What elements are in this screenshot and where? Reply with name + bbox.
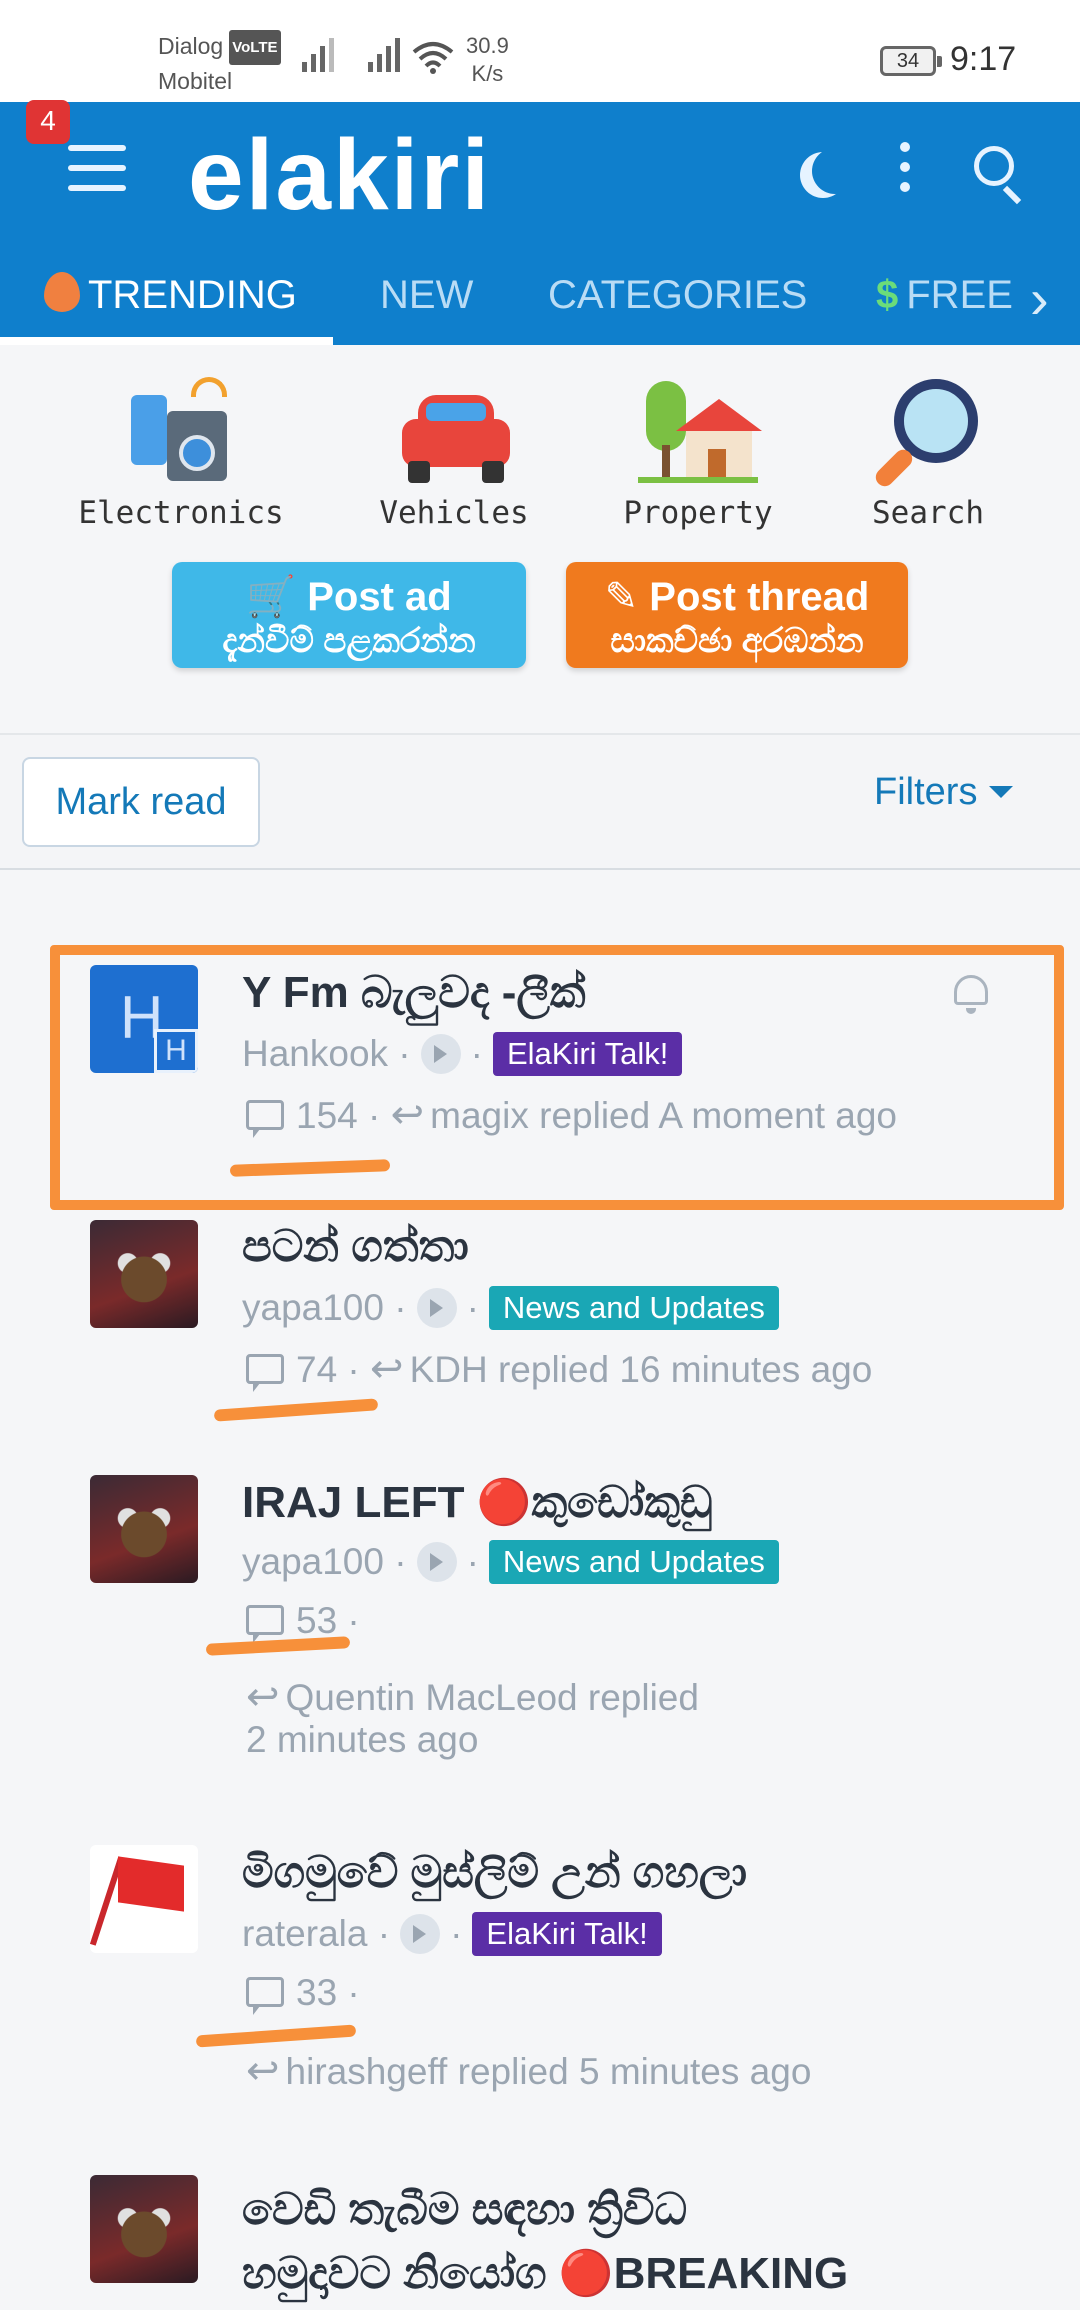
post-thread-label: Post thread (649, 575, 870, 619)
tab-free-label: FREE (906, 273, 1013, 317)
last-reply: KDH replied 16 minutes ago (409, 1349, 873, 1390)
filters-dropdown[interactable]: Filters (874, 771, 1013, 814)
reply-arrow-icon: ↩ (246, 2049, 280, 2093)
thread-meta: yapa100 · · News and Updates (242, 1286, 779, 1330)
list-toolbar: Mark read Filters (0, 735, 1080, 870)
avatar[interactable] (90, 1475, 198, 1583)
signal-icon-2 (368, 38, 400, 72)
arrow-right-icon (416, 1542, 457, 1582)
mark-read-button[interactable]: Mark read (22, 757, 260, 847)
reply-arrow-icon: ↩ (370, 1347, 404, 1391)
speed-unit: K/s (471, 61, 504, 86)
carrier-dialog: Dialog (158, 33, 224, 59)
thread-title[interactable]: පටන් ගත්තා (242, 1222, 469, 1272)
highlight-box (50, 945, 1064, 1210)
thread-title[interactable]: IRAJ LEFT 🔴කුඩෝකුඩු (242, 1476, 713, 1528)
cart-icon: 🛒 (246, 575, 297, 619)
thread-author[interactable]: yapa100 (242, 1287, 384, 1329)
quick-link-search-label: Search (872, 495, 984, 531)
reply-count: 74 (296, 1349, 338, 1390)
network-speed: 30.9 K/s (466, 32, 509, 88)
thread-title[interactable]: මිගමුවේ මුස්ලිම් උන් ගහලා (242, 1848, 747, 1898)
arrow-right-icon (400, 1914, 441, 1954)
thread-title[interactable]: වෙඩි තැබීම සඳහා ත්‍රිවිධ හමුදාවට නියෝග 🔴… (242, 2178, 848, 2306)
magnifier-icon (868, 375, 988, 490)
speed-value: 30.9 (466, 33, 509, 58)
notification-badge: 4 (26, 100, 70, 144)
tab-categories[interactable]: CATEGORIES (548, 267, 807, 323)
carrier-mobitel: Mobitel (158, 68, 233, 94)
search-icon[interactable] (974, 146, 1014, 186)
comment-icon (246, 1977, 284, 2015)
comment-icon (246, 1354, 284, 1392)
flame-icon (44, 272, 80, 312)
avatar[interactable] (90, 1845, 198, 1953)
underline-mark (205, 1636, 351, 1656)
signal-icon (302, 38, 334, 72)
tab-new[interactable]: NEW (380, 267, 473, 323)
quick-link-property[interactable]: Property (614, 375, 782, 531)
active-tab-indicator (0, 337, 333, 345)
arrow-right-icon (416, 1288, 457, 1328)
reply-count: 53 (296, 1600, 338, 1641)
status-bar: Dialog VoLTE Mobitel 30.9 K/s 34 9:17 (0, 0, 1080, 102)
avatar[interactable] (90, 2175, 198, 2283)
tab-trending[interactable]: TRENDING (44, 267, 297, 323)
post-thread-button[interactable]: ✎ Post thread සාකච්ඡා අරඹන්න (566, 562, 908, 668)
reply-count: 33 (296, 1972, 338, 2013)
forum-tag[interactable]: News and Updates (488, 1286, 779, 1330)
pencil-icon: ✎ (604, 575, 639, 619)
last-reply: hirashgeff replied 5 minutes ago (285, 2051, 812, 2092)
post-ad-button[interactable]: 🛒 Post ad දැන්වීම් පළකරන්න (172, 562, 526, 668)
post-ad-label: Post ad (307, 575, 452, 619)
more-options-icon[interactable] (900, 142, 910, 202)
quick-link-property-label: Property (623, 495, 773, 531)
underline-mark (213, 1398, 379, 1422)
post-thread-sinhala-label: සාකච්ඡා අරඹන්න (610, 622, 864, 660)
quick-link-vehicles[interactable]: Vehicles (360, 375, 548, 531)
quick-link-search[interactable]: Search (858, 375, 998, 531)
car-icon (394, 375, 514, 485)
reply-arrow-icon: ↩ (246, 1675, 280, 1719)
quick-link-electronics-label: Electronics (78, 495, 284, 531)
last-reply-block: ↩ hirashgeff replied 5 minutes ago (246, 2048, 811, 2094)
last-reply-line2: 2 minutes ago (246, 1719, 479, 1760)
comment-icon (246, 1605, 284, 1643)
filters-label: Filters (874, 771, 978, 813)
post-ad-sinhala-label: දැන්වීම් පළකරන්න (222, 622, 476, 660)
forum-tag[interactable]: ElaKiri Talk! (472, 1912, 662, 1956)
underline-mark (195, 2024, 357, 2048)
tab-bar: TRENDING NEW CATEGORIES $ FREE (0, 245, 1080, 345)
tab-trending-label: TRENDING (88, 273, 297, 317)
thread-stats: 74 · ↩ KDH replied 16 minutes ago (246, 1346, 872, 1392)
thread-title-line2: හමුදාවට නියෝග 🔴BREAKING (242, 2249, 849, 2298)
house-icon (638, 375, 762, 485)
carrier-info: Dialog VoLTE Mobitel (158, 30, 281, 98)
thread-author[interactable]: yapa100 (242, 1541, 384, 1583)
thread-meta: yapa100 · · News and Updates (242, 1540, 779, 1584)
thread-stats: 33 · (246, 1972, 360, 2015)
quick-link-electronics[interactable]: Electronics (76, 375, 286, 531)
dark-mode-moon-icon[interactable] (812, 148, 858, 194)
clock: 9:17 (950, 40, 1017, 78)
quick-link-vehicles-label: Vehicles (379, 495, 529, 531)
chevron-right-icon[interactable]: › (1030, 266, 1049, 331)
electronics-icon (121, 375, 241, 485)
battery-icon: 34 (880, 46, 942, 76)
avatar[interactable] (90, 1220, 198, 1328)
volte-badge: VoLTE (229, 30, 281, 65)
forum-tag[interactable]: News and Updates (488, 1540, 779, 1584)
quick-links-panel: Electronics Vehicles Property Search (0, 345, 1080, 733)
wifi-icon (412, 42, 454, 74)
tab-free[interactable]: $ FREE (876, 267, 1026, 323)
last-reply-line1: Quentin MacLeod replied (285, 1677, 699, 1718)
thread-title-line1: වෙඩි තැබීම සඳහා ත්‍රිවිධ (242, 2185, 688, 2234)
menu-icon[interactable] (68, 145, 126, 191)
last-reply-block: ↩ Quentin MacLeod replied 2 minutes ago (246, 1676, 699, 1761)
flag-icon (118, 1856, 184, 1912)
elakiri-logo[interactable]: elakiri (188, 120, 491, 230)
money-hand-icon: $ (876, 273, 899, 317)
thread-author[interactable]: raterala (242, 1913, 367, 1955)
thread-meta: raterala · · ElaKiri Talk! (242, 1912, 662, 1956)
